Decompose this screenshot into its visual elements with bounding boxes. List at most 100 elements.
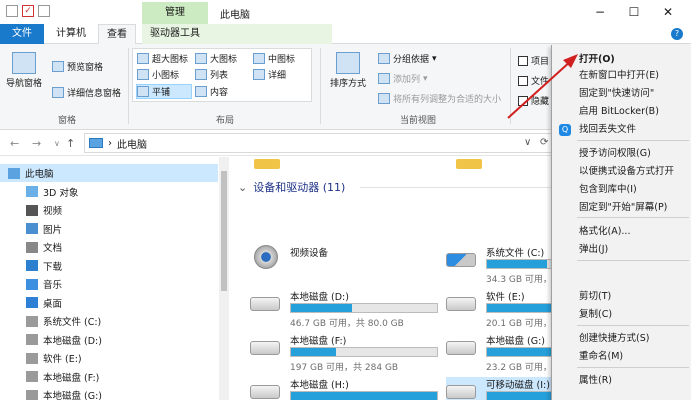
hard-drive-icon: [446, 297, 476, 311]
sidebar-item-label: 此电脑: [25, 169, 54, 180]
sidebar-item[interactable]: 桌面: [0, 294, 218, 312]
list-label: 列表: [210, 71, 229, 81]
recovery-app-icon: Q: [559, 124, 571, 136]
extensions-checkbox-row[interactable]: 文件: [518, 74, 549, 87]
properties-check-icon[interactable]: ✓: [22, 5, 34, 17]
nav-pane-button[interactable]: 导航窗格: [6, 52, 42, 89]
hidden-checkbox[interactable]: [518, 95, 528, 106]
layout-tiles[interactable]: 平铺: [136, 84, 192, 99]
layout-details[interactable]: 详细: [253, 68, 286, 81]
context-menu-item[interactable]: 固定到"快速访问": [552, 85, 691, 103]
sidebar-item[interactable]: 此电脑: [0, 164, 218, 182]
content-icon: [195, 86, 207, 97]
context-menu-item-label: 启用 BitLocker(B): [579, 106, 659, 117]
tab-computer[interactable]: 计算机: [48, 24, 94, 44]
capacity-fill: [487, 260, 547, 268]
group-by-icon: [378, 53, 390, 64]
sidebar-item-label: 系统文件 (C:): [43, 317, 102, 328]
sidebar-item[interactable]: 3D 对象: [0, 183, 218, 201]
context-menu-item-label: 剪切(T): [579, 291, 612, 302]
item-checkbox-row[interactable]: 项目: [518, 54, 549, 67]
sidebar-item[interactable]: 图片: [0, 220, 218, 238]
up-button[interactable]: ↑: [66, 137, 75, 150]
address-dropdown-icon[interactable]: ∨: [524, 137, 531, 148]
sidebar-item[interactable]: 下载: [0, 257, 218, 275]
drive-tile[interactable]: 本地磁盘 (D:) 46.7 GB 可用，共 80.0 GB: [250, 289, 440, 329]
sidebar-item[interactable]: 本地磁盘 (D:): [0, 331, 218, 349]
drive-tile[interactable]: 本地磁盘 (H:): [250, 377, 440, 400]
manage-context-tab[interactable]: 管理: [142, 2, 208, 24]
tab-file[interactable]: 文件: [0, 24, 44, 44]
help-icon[interactable]: ?: [671, 28, 683, 40]
hidden-checkbox-row[interactable]: 隐藏: [518, 94, 549, 107]
folder-icon[interactable]: [254, 159, 280, 169]
tab-view[interactable]: 查看: [98, 24, 136, 45]
layout-extra-large-icons[interactable]: 超大图标: [137, 52, 188, 65]
context-menu-item[interactable]: 固定到"开始"屏幕(P): [552, 199, 691, 217]
sidebar-item[interactable]: 本地磁盘 (G:): [0, 386, 218, 400]
sidebar-item[interactable]: 系统文件 (C:): [0, 312, 218, 330]
size-all-columns-button[interactable]: 将所有列调整为合适的大小: [378, 92, 501, 105]
context-menu-item[interactable]: 创建快捷方式(S): [552, 330, 691, 348]
sidebar-item-label: 软件 (E:): [43, 354, 82, 365]
preview-pane-button[interactable]: 预览窗格: [52, 60, 103, 73]
layout-large-icons[interactable]: 大图标: [195, 52, 237, 65]
folder-icon[interactable]: [456, 159, 482, 169]
context-menu: 打开(O) 在新窗口中打开(E) 固定到"快速访问" 启用 BitLocker(B) Q…: [551, 45, 691, 400]
hard-drive-icon: [446, 341, 476, 355]
sidebar-scrollbar[interactable]: [219, 157, 229, 400]
context-menu-item[interactable]: 复制(C): [552, 306, 691, 324]
drive-icon: [26, 371, 38, 382]
maximize-button[interactable]: ☐: [617, 2, 651, 22]
layout-list[interactable]: 列表: [195, 68, 228, 81]
sidebar-item[interactable]: 视频: [0, 201, 218, 219]
context-menu-item[interactable]: 重命名(M): [552, 348, 691, 366]
context-menu-item[interactable]: 剪切(T): [552, 288, 691, 306]
layout-small-icons[interactable]: 小图标: [137, 68, 179, 81]
minimize-button[interactable]: −: [583, 2, 617, 22]
group-by-button[interactable]: 分组依据 ▾: [378, 52, 437, 65]
details-pane-button[interactable]: 详细信息窗格: [52, 86, 121, 99]
context-menu-item[interactable]: 弹出(J): [552, 241, 691, 259]
layout-medium-icons[interactable]: 中图标: [253, 52, 295, 65]
context-menu-item[interactable]: Q 找回丢失文件: [552, 121, 691, 139]
add-columns-button[interactable]: 添加列 ▾: [378, 72, 428, 85]
sidebar-item[interactable]: 本地磁盘 (F:): [0, 368, 218, 386]
drive-icon: [26, 315, 38, 327]
drive-tile[interactable]: 视频设备: [250, 245, 440, 285]
context-menu-item[interactable]: 包含到库中(I): [552, 181, 691, 199]
context-menu-item[interactable]: 属性(R): [552, 372, 691, 390]
context-menu-item[interactable]: 在新窗口中打开(E): [552, 67, 691, 85]
close-button[interactable]: ✕: [651, 2, 685, 22]
context-menu-item-label: 重命名(M): [579, 351, 624, 362]
back-button[interactable]: ←: [10, 137, 19, 150]
capacity-bar: [290, 303, 438, 313]
forward-button[interactable]: →: [32, 137, 41, 150]
context-menu-item[interactable]: 格式化(A)...: [552, 223, 691, 241]
sidebar-item[interactable]: 文档: [0, 238, 218, 256]
music-icon: [26, 278, 38, 290]
context-menu-item[interactable]: 授予访问权限(G): [552, 145, 691, 163]
sidebar-item-label: 本地磁盘 (D:): [43, 335, 102, 347]
drive-tile[interactable]: 本地磁盘 (F:) 197 GB 可用，共 284 GB: [250, 333, 440, 373]
sort-by-button[interactable]: 排序方式: [330, 52, 366, 89]
computer-icon: [89, 138, 103, 148]
sidebar-item[interactable]: 音乐: [0, 275, 218, 293]
sidebar-item[interactable]: 软件 (E:): [0, 349, 218, 367]
recent-dropdown-icon[interactable]: ∨: [54, 139, 60, 148]
add-columns-icon: [378, 73, 390, 84]
layout-content[interactable]: 内容: [195, 85, 228, 98]
extensions-checkbox[interactable]: [518, 75, 528, 86]
size-all-columns-label: 将所有列调整为合适的大小: [393, 95, 502, 105]
item-checkbox[interactable]: [518, 55, 528, 66]
context-menu-item[interactable]: 启用 BitLocker(B): [552, 103, 691, 121]
context-menu-item[interactable]: 以便携式设备方式打开: [552, 163, 691, 181]
refresh-icon[interactable]: ⟳: [540, 137, 548, 148]
folder-icon[interactable]: [6, 5, 18, 17]
menu-separator: [577, 367, 689, 368]
address-bar[interactable]: › 此电脑: [84, 133, 564, 153]
window-title: 此电脑: [220, 10, 250, 21]
scrollbar-thumb[interactable]: [221, 171, 227, 291]
section-header[interactable]: ⌄ 设备和驱动器 (11): [238, 179, 345, 195]
new-folder-icon[interactable]: [38, 5, 50, 17]
